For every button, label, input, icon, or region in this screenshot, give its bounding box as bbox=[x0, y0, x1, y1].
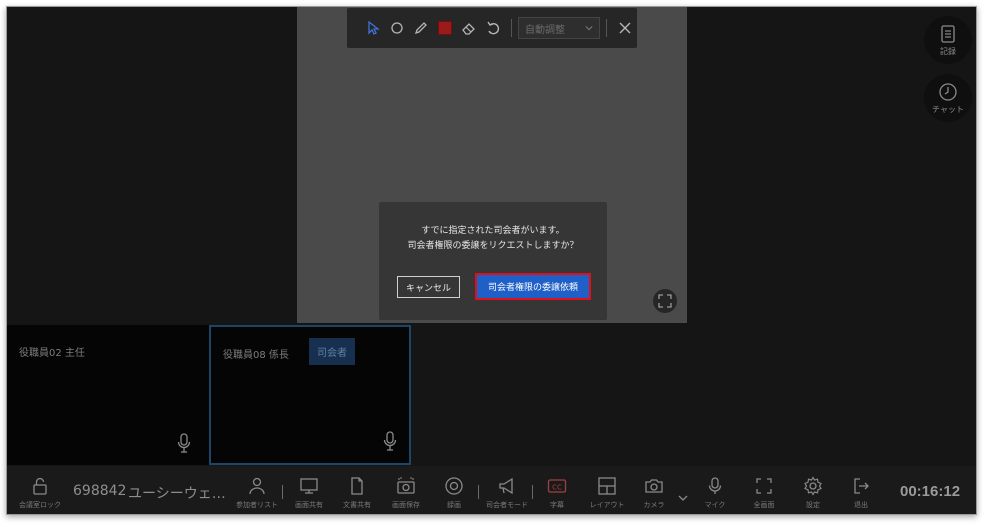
record-icon bbox=[445, 477, 463, 495]
settings-label: 設定 bbox=[806, 501, 820, 509]
meeting-id: 698842 bbox=[73, 483, 127, 499]
mic-label: マイク bbox=[704, 501, 726, 509]
mic-button[interactable]: マイク bbox=[695, 466, 735, 514]
exit-label: 退出 bbox=[854, 501, 868, 509]
settings-button[interactable]: 設定 bbox=[793, 466, 833, 514]
color-swatch-red bbox=[438, 21, 452, 35]
chat-button[interactable]: チャット bbox=[924, 74, 972, 122]
layout-icon bbox=[598, 477, 616, 495]
camera-icon bbox=[645, 479, 663, 493]
captions-label: 字幕 bbox=[550, 501, 564, 509]
chat-label: チャット bbox=[932, 105, 964, 114]
cancel-button[interactable]: キャンセル bbox=[397, 276, 460, 298]
participants-list-button[interactable]: 参加者リスト bbox=[233, 466, 281, 514]
host-badge: 司会者 bbox=[309, 338, 355, 365]
meeting-timer: 00:16:12 bbox=[900, 483, 961, 500]
pencil-icon[interactable] bbox=[409, 16, 433, 40]
participants-list-label: 参加者リスト bbox=[236, 501, 278, 509]
recording-button[interactable]: 録画 bbox=[434, 466, 474, 514]
annotation-toolbar: 自動調整 bbox=[347, 8, 637, 48]
toolbar-divider bbox=[606, 19, 607, 37]
dialog-message-line2: 司会者権限の委譲をリクエストしますか？ bbox=[407, 241, 579, 251]
fullscreen-label: 全画面 bbox=[753, 501, 775, 509]
recording-label: 録画 bbox=[447, 501, 461, 509]
camera-label: カメラ bbox=[643, 501, 665, 509]
screenshot-button[interactable]: 画面保存 bbox=[386, 466, 426, 514]
room-lock-label: 会議室ロック bbox=[19, 501, 61, 509]
camera-options-chevron[interactable] bbox=[678, 488, 688, 507]
gear-icon bbox=[804, 476, 822, 496]
layout-label: レイアウト bbox=[589, 501, 625, 509]
circle-icon[interactable] bbox=[385, 16, 409, 40]
screen-share-label: 画面共有 bbox=[295, 501, 323, 509]
layout-button[interactable]: レイアウト bbox=[585, 466, 629, 514]
record-button[interactable]: 記録 bbox=[924, 16, 972, 64]
zoom-select[interactable]: 自動調整 bbox=[518, 17, 600, 39]
cc-icon: CC bbox=[547, 479, 567, 493]
document-icon bbox=[351, 477, 363, 495]
svg-text:CC: CC bbox=[552, 484, 562, 492]
mic-icon bbox=[708, 477, 722, 494]
meeting-window: 自動調整 記録 チャット すでに指定された司会者がいます。 司会者権限の委譲をリ… bbox=[6, 6, 977, 515]
doc-share-button[interactable]: 文書共有 bbox=[337, 466, 377, 514]
request-host-transfer-button[interactable]: 司会者権限の委譲依頼 bbox=[475, 273, 591, 300]
monitor-icon bbox=[300, 478, 318, 494]
exit-button[interactable]: 退出 bbox=[841, 466, 881, 514]
undo-icon[interactable] bbox=[481, 16, 505, 40]
document-icon bbox=[941, 25, 955, 43]
zoom-select-value: 自動調整 bbox=[525, 24, 565, 36]
bottom-toolbar: 会議室ロック 698842 ユーシーウェ… 参加者リスト 画面共有 文書共有 画… bbox=[7, 466, 976, 514]
meeting-name: ユーシーウェ… bbox=[128, 486, 226, 502]
host-transfer-dialog: すでに指定された司会者がいます。 司会者権限の委譲をリクエストしますか？ キャン… bbox=[379, 202, 607, 320]
clock-icon bbox=[939, 83, 957, 101]
person-icon bbox=[249, 477, 265, 495]
participant-tile[interactable]: 役職員02 主任 bbox=[7, 325, 209, 465]
camera-button[interactable]: カメラ bbox=[634, 466, 674, 514]
participant-tile-active[interactable]: 役職員08 係長 司会者 bbox=[209, 325, 411, 465]
captions-button[interactable]: CC 字幕 bbox=[537, 466, 577, 514]
megaphone-icon bbox=[499, 477, 513, 495]
host-mode-label: 司会者モード bbox=[486, 501, 528, 509]
toolbar-divider bbox=[511, 19, 512, 37]
participant-name: 役職員08 係長 bbox=[223, 350, 289, 361]
pointer-icon[interactable] bbox=[361, 16, 385, 40]
mic-icon bbox=[177, 433, 191, 453]
doc-share-label: 文書共有 bbox=[343, 501, 371, 509]
expand-icon bbox=[658, 294, 672, 308]
toolbar-divider bbox=[532, 485, 533, 499]
color-swatch[interactable] bbox=[433, 16, 457, 40]
exit-icon bbox=[854, 478, 869, 494]
close-icon[interactable] bbox=[613, 16, 637, 40]
chevron-down-icon bbox=[678, 495, 688, 501]
mic-icon bbox=[383, 431, 397, 451]
chevron-down-icon bbox=[585, 26, 593, 31]
participant-name: 役職員02 主任 bbox=[19, 348, 85, 359]
fullscreen-icon bbox=[756, 478, 772, 494]
expand-button[interactable] bbox=[653, 289, 677, 313]
fullscreen-button[interactable]: 全画面 bbox=[744, 466, 784, 514]
lock-icon bbox=[33, 477, 47, 495]
screenshot-label: 画面保存 bbox=[392, 501, 420, 509]
screen-share-button[interactable]: 画面共有 bbox=[289, 466, 329, 514]
host-mode-button[interactable]: 司会者モード bbox=[483, 466, 531, 514]
dialog-message-line1: すでに指定された司会者がいます。 bbox=[421, 226, 565, 236]
dialog-message: すでに指定された司会者がいます。 司会者権限の委譲をリクエストしますか？ bbox=[379, 224, 607, 254]
eraser-icon[interactable] bbox=[457, 16, 481, 40]
toolbar-divider bbox=[478, 485, 479, 499]
camera-capture-icon bbox=[397, 477, 415, 494]
record-label: 記録 bbox=[940, 47, 956, 56]
toolbar-divider bbox=[282, 485, 283, 499]
room-lock-button[interactable]: 会議室ロック bbox=[16, 466, 64, 514]
